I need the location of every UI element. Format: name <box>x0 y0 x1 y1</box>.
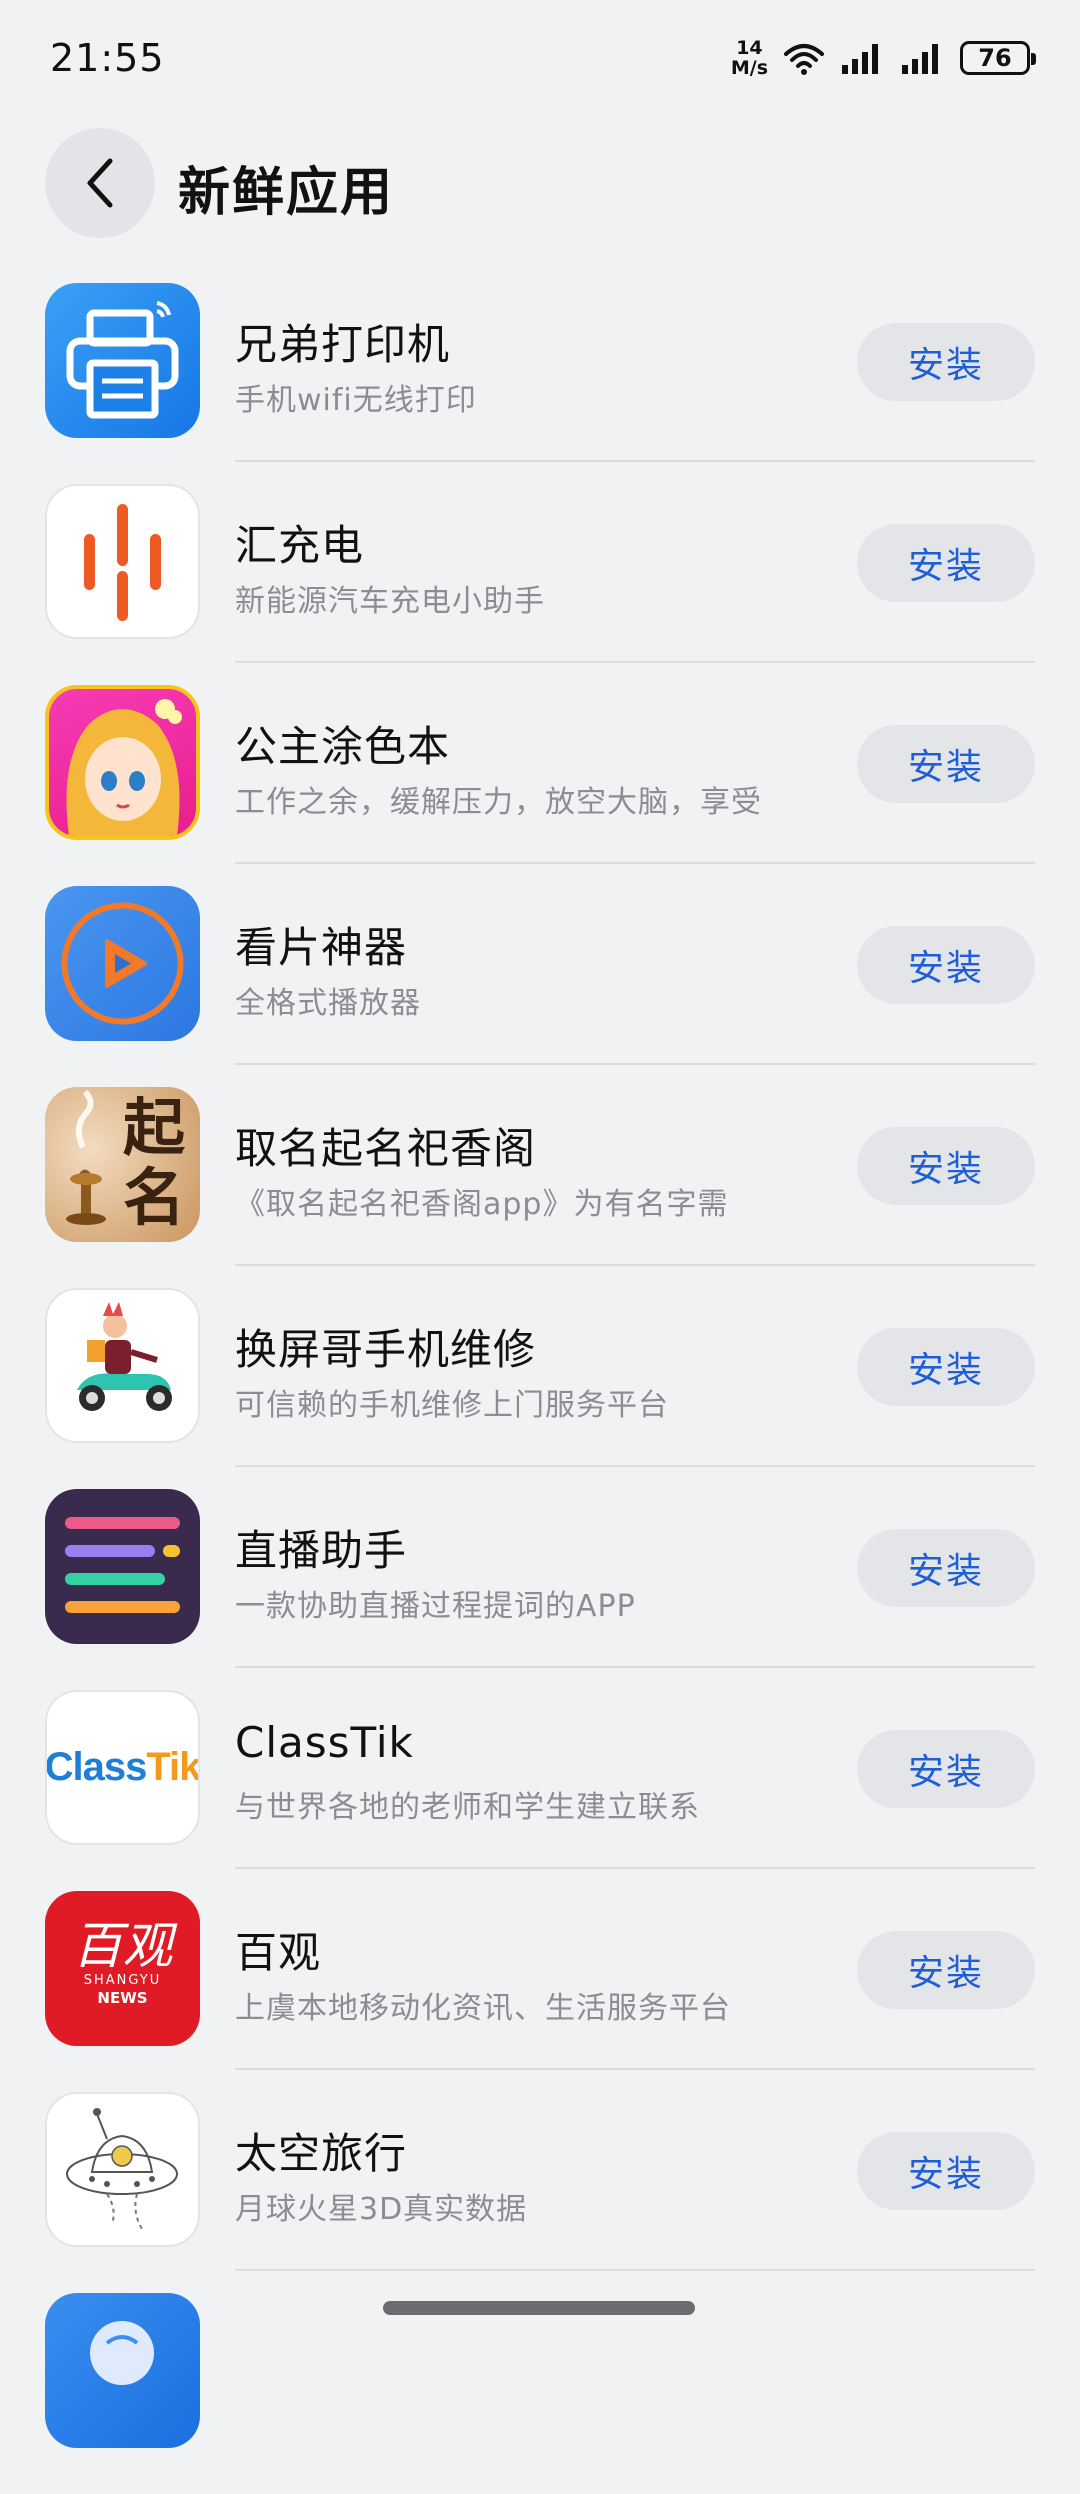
install-button[interactable]: 安装 <box>857 1328 1035 1406</box>
divider <box>235 1465 1035 1467</box>
app-description: 《取名起名祀香阁app》为有名字需 <box>235 1187 729 1222</box>
app-description: 月球火星3D真实数据 <box>235 2192 528 2227</box>
signal-icon <box>842 44 878 74</box>
home-indicator[interactable] <box>383 2301 695 2315</box>
list-item[interactable]: Class Tik ClassTik 与世界各地的老师和学生建立联系 安装 <box>0 1690 1080 1891</box>
divider <box>235 1264 1035 1266</box>
list-item[interactable]: 直播助手 一款协助直播过程提词的APP 安装 <box>0 1489 1080 1690</box>
install-button[interactable]: 安装 <box>857 1730 1035 1808</box>
list-item[interactable]: 太空旅行 月球火星3D真实数据 安装 <box>0 2092 1080 2293</box>
list-item[interactable]: 公主涂色本 工作之余，缓解压力，放空大脑，享受 安装 <box>0 685 1080 886</box>
shangyu-news-logo-text: 百观 <box>72 1917 173 1975</box>
divider <box>235 2269 1035 2271</box>
live-assistant-app-icon <box>45 1489 200 1644</box>
wifi-icon <box>784 44 824 75</box>
install-button[interactable]: 安装 <box>857 725 1035 803</box>
list-item[interactable]: 汇充电 新能源汽车充电小助手 安装 <box>0 484 1080 685</box>
princess-coloring-app-icon <box>45 685 200 840</box>
status-time: 21:55 <box>50 36 165 80</box>
shangyu-news-logo-sub1: SHANGYU <box>83 1973 162 1988</box>
app-name: 公主涂色本 <box>235 722 451 771</box>
install-button[interactable]: 安装 <box>857 1529 1035 1607</box>
app-name: 百观 <box>235 1928 322 1977</box>
divider <box>235 2068 1035 2070</box>
app-name: 取名起名祀香阁 <box>235 1124 537 1173</box>
partially-visible-app-icon <box>45 2293 200 2448</box>
install-button[interactable]: 安装 <box>857 1127 1035 1205</box>
classtik-app-icon: Class Tik <box>45 1690 200 1845</box>
app-name: 汇充电 <box>235 521 365 570</box>
app-name: 太空旅行 <box>235 2129 408 2178</box>
list-item[interactable]: 看片神器 全格式播放器 安装 <box>0 886 1080 1087</box>
install-button[interactable]: 安装 <box>857 1931 1035 2009</box>
app-name: 直播助手 <box>235 1526 408 1575</box>
divider <box>235 1666 1035 1668</box>
list-item[interactable]: 起名 取名起名祀香阁 《取名起名祀香阁app》为有名字需 安装 <box>0 1087 1080 1288</box>
app-list: 兄弟打印机 手机wifi无线打印 安装 汇充电 新能源汽车充电小助手 安装 公主… <box>0 283 1080 2494</box>
list-item[interactable]: 换屏哥手机维修 可信赖的手机维修上门服务平台 安装 <box>0 1288 1080 1489</box>
app-description: 可信赖的手机维修上门服务平台 <box>235 1388 669 1423</box>
app-name: 换屏哥手机维修 <box>235 1325 537 1374</box>
install-button[interactable]: 安装 <box>857 524 1035 602</box>
app-description: 新能源汽车充电小助手 <box>235 584 545 619</box>
shangyu-news-app-icon: 百观 SHANGYU NEWS <box>45 1891 200 2046</box>
status-bar: 21:55 14 M/s 76 <box>0 0 1080 120</box>
charging-app-icon <box>45 484 200 639</box>
app-description: 工作之余，缓解压力，放空大脑，享受 <box>235 785 762 820</box>
install-button[interactable]: 安装 <box>857 323 1035 401</box>
app-description: 与世界各地的老师和学生建立联系 <box>235 1790 700 1825</box>
list-item[interactable]: 兄弟打印机 手机wifi无线打印 安装 <box>0 283 1080 484</box>
app-description: 一款协助直播过程提词的APP <box>235 1589 636 1624</box>
video-player-app-icon <box>45 886 200 1041</box>
divider <box>235 460 1035 462</box>
network-speed-value: 14 <box>736 37 763 59</box>
header: 新鲜应用 <box>0 128 1080 240</box>
app-name: ClassTik <box>235 1718 414 1767</box>
shangyu-news-logo-sub2: NEWS <box>97 1989 148 2007</box>
app-name: 兄弟打印机 <box>235 320 451 369</box>
chevron-left-icon <box>87 158 113 208</box>
printer-app-icon <box>45 283 200 438</box>
divider <box>235 1867 1035 1869</box>
list-item[interactable] <box>0 2293 1080 2494</box>
network-speed-unit: M/s <box>730 57 768 79</box>
divider <box>235 1063 1035 1065</box>
app-description: 上虞本地移动化资讯、生活服务平台 <box>235 1991 731 2026</box>
app-name: 看片神器 <box>235 923 408 972</box>
naming-incense-app-icon: 起名 <box>45 1087 200 1242</box>
app-description: 手机wifi无线打印 <box>235 383 477 418</box>
install-button[interactable]: 安装 <box>857 926 1035 1004</box>
status-icons: 14 M/s 76 <box>731 38 1036 78</box>
classtik-logo-class: Class <box>45 1745 147 1789</box>
page-title: 新鲜应用 <box>178 163 395 223</box>
signal-icon-2 <box>902 44 938 74</box>
back-button[interactable] <box>45 128 155 238</box>
app-description: 全格式播放器 <box>235 986 421 1021</box>
naming-icon-text: 起名 <box>123 1091 186 1234</box>
install-button[interactable]: 安装 <box>857 2132 1035 2210</box>
list-item[interactable]: 百观 SHANGYU NEWS 百观 上虞本地移动化资讯、生活服务平台 安装 <box>0 1891 1080 2092</box>
phone-repair-app-icon <box>45 1288 200 1443</box>
network-speed: 14 M/s <box>731 38 768 78</box>
space-travel-app-icon <box>45 2092 200 2247</box>
divider <box>235 862 1035 864</box>
divider <box>235 661 1035 663</box>
battery-icon: 76 <box>960 41 1036 75</box>
classtik-logo-tik: Tik <box>146 1745 200 1789</box>
